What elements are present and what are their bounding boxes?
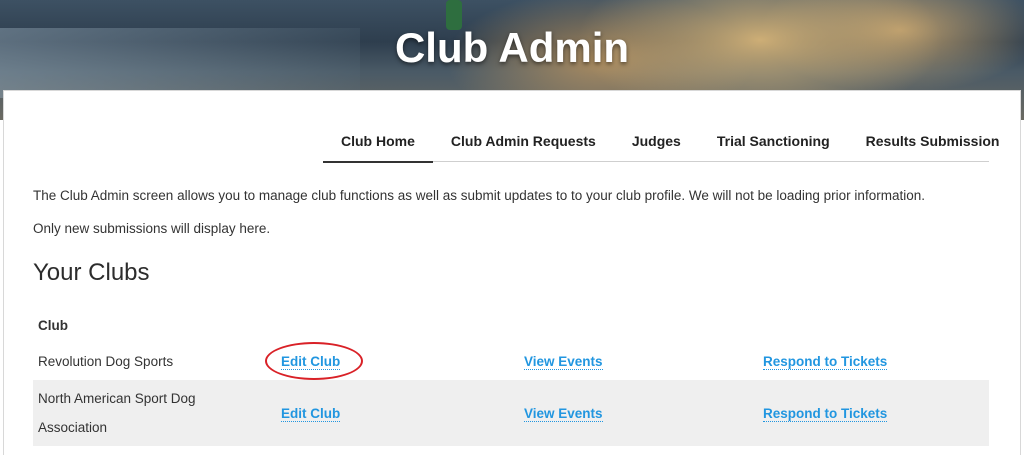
highlight-circle: Edit Club (264, 341, 364, 380)
tab-results-submission[interactable]: Results Submission (848, 131, 1018, 161)
intro-text: The Club Admin screen allows you to mana… (33, 179, 993, 245)
tab-club-admin-requests[interactable]: Club Admin Requests (433, 131, 614, 161)
clubs-table: Club Revolution Dog Sports Edit Club Vie… (33, 308, 989, 446)
respond-to-tickets-link[interactable]: Respond to Tickets (763, 353, 888, 370)
tab-bar: Club Home Club Admin Requests Judges Tri… (323, 131, 999, 163)
page-title: Club Admin (394, 24, 630, 71)
respond-to-tickets-link[interactable]: Respond to Tickets (763, 405, 888, 422)
edit-club-link[interactable]: Edit Club (281, 405, 341, 422)
table-row: Revolution Dog Sports Edit Club View Eve… (33, 341, 989, 380)
column-header-club: Club (38, 317, 68, 333)
tab-trial-sanctioning[interactable]: Trial Sanctioning (699, 131, 848, 161)
table-header-row: Club (33, 308, 989, 342)
intro-line-2: Only new submissions will display here. (33, 221, 271, 236)
club-name: Revolution Dog Sports (38, 353, 174, 369)
table-row: North American Sport Dog Association Edi… (33, 380, 989, 446)
club-name: North American Sport Dog Association (33, 380, 271, 446)
edit-club-link[interactable]: Edit Club (281, 353, 341, 370)
tab-club-home[interactable]: Club Home (323, 131, 433, 163)
view-events-link[interactable]: View Events (524, 353, 603, 370)
content-panel: Club Home Club Admin Requests Judges Tri… (3, 90, 1021, 455)
tab-judges[interactable]: Judges (614, 131, 699, 161)
your-clubs-heading: Your Clubs (33, 259, 150, 286)
view-events-link[interactable]: View Events (524, 405, 603, 422)
intro-line-1: The Club Admin screen allows you to mana… (33, 188, 925, 203)
